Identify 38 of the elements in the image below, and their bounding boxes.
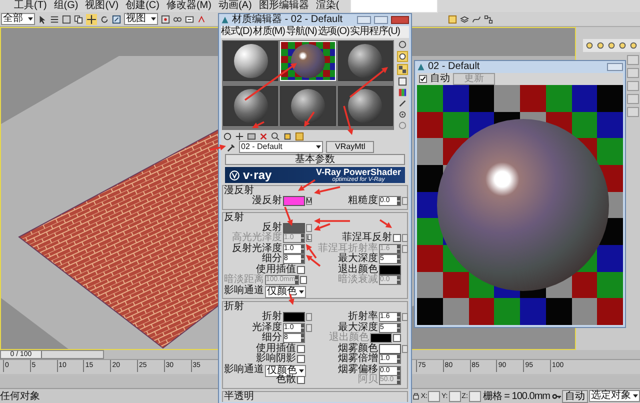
group-title: 半透明 [224,392,254,402]
param-label: 烟雾颜色 [338,344,378,354]
group-title: 漫反射 [224,186,254,196]
param-label: 细分 [262,254,282,264]
param-label: 菲涅耳反射 [342,233,392,243]
param-label: 退出颜色 [329,333,369,343]
param-label: 粗糙度 [348,196,378,206]
window-title: 02 - Default [428,61,481,73]
param-label: 最大深度 [338,254,378,264]
param-label: 使用插值 [256,264,296,274]
param-label: 高光光泽度 [232,233,282,243]
window-title: 材质编辑器 - 02 - Default [232,14,344,26]
param-label: 烟雾倍增 [338,354,378,364]
status-prompt: 任何对象 [0,390,40,403]
banner-title: V-Ray PowerShader [316,167,401,177]
param-label: 退出颜色 [338,264,378,274]
vray-logo-text: v·ray [243,168,272,182]
param-label: 暗淡衰减 [338,275,378,286]
group-title: 反射 [224,212,244,222]
param-label: 折射率 [348,312,378,322]
grid-size: 栅格 = 100.0mm [482,390,550,403]
param-label: 光泽度 [252,322,282,332]
param-label: 细分 [262,333,282,343]
param-label: 漫反射 [252,196,282,206]
param-label: 最大深度 [338,322,378,332]
param-label: 反射 [262,222,282,232]
param-label: 菲涅耳折射率 [318,244,378,254]
param-label: 阿贝 [358,375,378,386]
group-title: 折射 [224,302,244,312]
param-label: 烟雾偏移 [338,365,378,376]
param-label: 影响通道 [224,286,264,297]
param-label: 反射光泽度 [232,244,282,254]
param-label: 折射 [262,312,282,322]
param-label: 使用插值 [256,344,296,354]
param-label: 暗淡距离 [224,275,264,285]
param-label: 影响阴影 [256,354,296,364]
param-label: 影响通道 [224,365,264,376]
param-label: 色散 [276,375,296,386]
